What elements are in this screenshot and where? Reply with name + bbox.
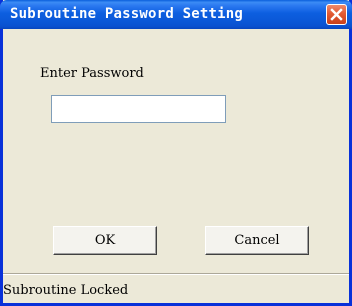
window-title: Subroutine Password Setting (10, 6, 243, 22)
status-bar-text: Subroutine Locked (3, 283, 129, 298)
close-button[interactable] (326, 4, 347, 25)
title-bar[interactable]: Subroutine Password Setting (0, 0, 352, 29)
password-label: Enter Password (40, 66, 144, 81)
password-dialog: Subroutine Password Setting Enter Passwo… (0, 0, 352, 306)
password-input[interactable] (51, 95, 226, 123)
cancel-button[interactable]: Cancel (205, 226, 309, 255)
status-divider (3, 273, 349, 275)
ok-button[interactable]: OK (53, 226, 157, 255)
close-icon (330, 8, 343, 21)
